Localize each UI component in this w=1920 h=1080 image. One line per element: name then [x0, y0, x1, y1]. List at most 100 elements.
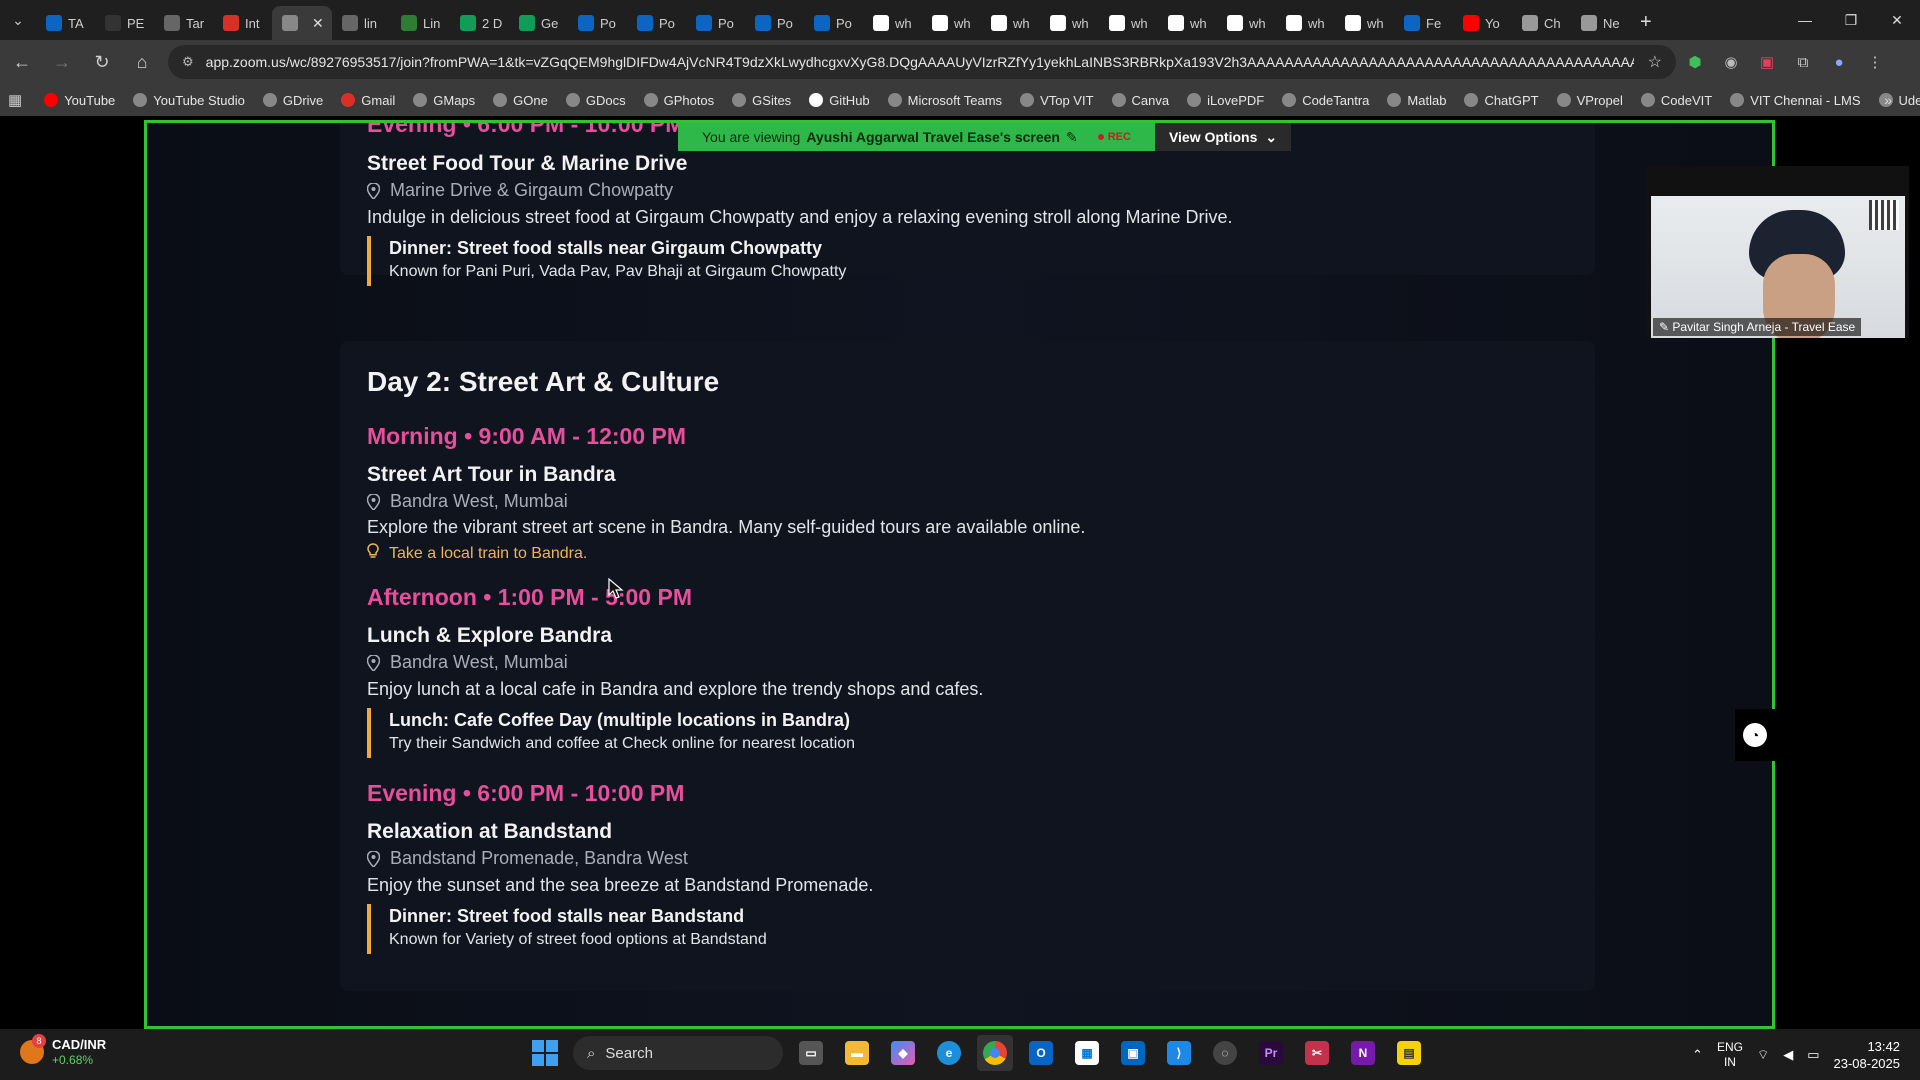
restore-button[interactable]: ❐ [1828, 0, 1874, 40]
bookmark-item[interactable]: iLovePDF [1187, 93, 1264, 108]
extension-pocket-icon[interactable]: ▣ [1750, 45, 1784, 79]
browser-tab[interactable]: wh [1335, 6, 1394, 40]
browser-tab[interactable]: wh [981, 6, 1040, 40]
close-tab-icon[interactable]: ✕ [312, 15, 324, 32]
bookmark-item[interactable]: CodeTantra [1282, 93, 1369, 108]
taskbar-search[interactable]: ⌕ Search [573, 1036, 783, 1070]
back-button[interactable]: ← [4, 44, 40, 80]
extension-shield-icon[interactable]: ⬢ [1678, 45, 1712, 79]
browser-tab[interactable]: Ch [1512, 6, 1571, 40]
browser-tab[interactable]: Po [686, 6, 745, 40]
onenote-icon[interactable]: N [1345, 1035, 1381, 1071]
forward-button[interactable]: → [44, 44, 80, 80]
browser-tab[interactable]: 2 D [450, 6, 509, 40]
browser-tab[interactable]: wh [1276, 6, 1335, 40]
profile-avatar[interactable]: ● [1822, 45, 1856, 79]
bookmark-item[interactable]: GMaps [413, 93, 475, 108]
tab-search-menu-icon[interactable]: ⌄ [0, 0, 36, 40]
browser-tab[interactable]: Lin [391, 6, 450, 40]
site-info-icon[interactable]: ⚙ [182, 54, 194, 70]
bookmark-item[interactable]: Microsoft Teams [887, 93, 1002, 108]
snipping-tool-icon[interactable]: ✂ [1299, 1035, 1335, 1071]
browser-tab[interactable]: TA [36, 6, 95, 40]
browser-tab[interactable]: wh [1099, 6, 1158, 40]
bookmark-item[interactable]: GOne [493, 93, 548, 108]
battery-icon[interactable]: ▭ [1807, 1047, 1819, 1063]
apps-grid-icon[interactable]: ▦ [8, 91, 22, 109]
file-explorer-icon[interactable]: ▬ [839, 1035, 875, 1071]
reload-button[interactable]: ↻ [84, 44, 120, 80]
participant-video-panel[interactable]: ✎ Pavitar Singh Arneja - Travel Ease [1647, 166, 1909, 338]
tab-label: Fe [1426, 15, 1442, 31]
copilot-icon[interactable]: ◆ [885, 1035, 921, 1071]
browser-tab[interactable]: wh [863, 6, 922, 40]
chrome-menu-icon[interactable]: ⋮ [1858, 45, 1892, 79]
browser-tab[interactable]: wh [1158, 6, 1217, 40]
side-panel-toggle[interactable]: ◔ [1735, 709, 1775, 761]
browser-tab[interactable]: Fe [1394, 6, 1453, 40]
browser-tab[interactable]: Po [627, 6, 686, 40]
browser-tab[interactable]: Int [213, 6, 272, 40]
browser-tab[interactable]: wh [1040, 6, 1099, 40]
bookmark-star-icon[interactable]: ☆ [1648, 52, 1662, 72]
bookmark-item[interactable]: CodeVIT [1640, 93, 1712, 108]
edge-icon[interactable]: e [931, 1035, 967, 1071]
vscode-icon[interactable]: ⟩ [1161, 1035, 1197, 1071]
close-window-button[interactable]: ✕ [1874, 0, 1920, 40]
participant-video[interactable]: ✎ Pavitar Singh Arneja - Travel Ease [1651, 196, 1905, 338]
address-bar[interactable]: ⚙ app.zoom.us/wc/89276953517/join?fromPW… [168, 45, 1676, 79]
browser-tab[interactable]: ✕ [272, 6, 332, 40]
outlook-icon[interactable]: O [1023, 1035, 1059, 1071]
bookmark-item[interactable]: VTop VIT [1020, 93, 1094, 108]
browser-tab[interactable]: Yo [1453, 6, 1512, 40]
bookmark-item[interactable]: GPhotos [643, 93, 714, 108]
bookmark-item[interactable]: Canva [1111, 93, 1169, 108]
windows-start-icon[interactable] [527, 1035, 563, 1071]
view-options-button[interactable]: View Options ⌄ [1154, 123, 1292, 151]
bookmark-item[interactable]: VIT Chennai - LMS [1730, 93, 1861, 108]
bookmark-item[interactable]: ChatGPT [1464, 93, 1539, 108]
browser-tab[interactable]: Po [568, 6, 627, 40]
browser-tab[interactable]: wh [922, 6, 981, 40]
minimize-button[interactable]: — [1782, 0, 1828, 40]
sticky-notes-icon[interactable]: ▤ [1391, 1035, 1427, 1071]
bookmark-item[interactable]: Gmail [341, 93, 395, 108]
chrome-icon[interactable] [977, 1035, 1013, 1071]
tab-label: wh [1190, 15, 1207, 31]
clock[interactable]: 13:42 23-08-2025 [1834, 1038, 1901, 1072]
new-tab-button[interactable]: + [1640, 11, 1652, 34]
bookmark-item[interactable]: YouTube Studio [133, 93, 245, 108]
extension-camera-icon[interactable]: ◉ [1714, 45, 1748, 79]
language-indicator[interactable]: ENG IN [1717, 1040, 1743, 1070]
browser-tab[interactable]: wh [1217, 6, 1276, 40]
app-blue-icon[interactable]: ▣ [1115, 1035, 1151, 1071]
bookmark-item[interactable]: GSites [732, 93, 791, 108]
browser-tab[interactable]: Ne [1571, 6, 1630, 40]
premiere-icon[interactable]: Pr [1253, 1035, 1289, 1071]
bookmark-item[interactable]: GDrive [262, 93, 323, 108]
bookmark-item[interactable]: GitHub [809, 93, 870, 108]
browser-tab[interactable]: lin [332, 6, 391, 40]
store-icon[interactable]: ▦ [1069, 1035, 1105, 1071]
browser-tab[interactable]: Po [804, 6, 863, 40]
bookmark-item[interactable]: GDocs [565, 93, 626, 108]
browser-tab[interactable]: Po [745, 6, 804, 40]
browser-tab[interactable]: Tar [154, 6, 213, 40]
volume-icon[interactable]: ◀ [1783, 1047, 1793, 1063]
home-button[interactable]: ⌂ [124, 44, 160, 80]
extensions-puzzle-icon[interactable]: ⧉ [1786, 45, 1820, 79]
browser-tab[interactable]: PE [95, 6, 154, 40]
browser-tab[interactable]: Ge [509, 6, 568, 40]
bookmark-item[interactable]: Matlab [1387, 93, 1446, 108]
app-circle-icon[interactable]: ◌ [1207, 1035, 1243, 1071]
bookmark-item[interactable]: VPropel [1556, 93, 1623, 108]
bookmark-item[interactable]: YouTube [44, 93, 115, 108]
morning-time: Morning • 9:00 AM - 12:00 PM [367, 423, 687, 449]
currency-widget[interactable]: 8 CAD/INR +0.68% [20, 1034, 106, 1067]
bookmark-favicon-icon [1111, 93, 1126, 107]
wifi-icon[interactable]: ⌔ [1757, 1047, 1769, 1063]
task-view-icon[interactable]: ▭ [793, 1035, 829, 1071]
slot-time: Evening • 6:00 PM - 10:00 PM [367, 120, 685, 137]
bookmarks-overflow-icon[interactable]: » [1884, 92, 1892, 108]
tray-overflow-icon[interactable]: ⌃ [1692, 1047, 1703, 1063]
